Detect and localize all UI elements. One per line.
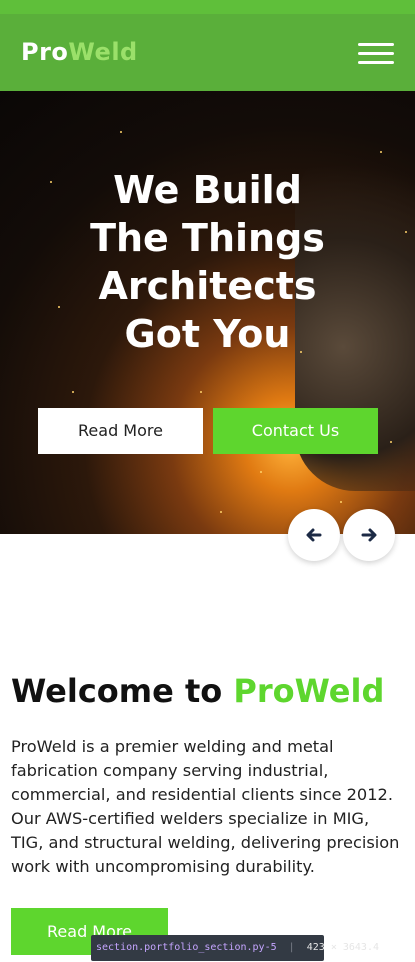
hero-read-more-button[interactable]: Read More (38, 408, 203, 454)
hero-banner: We Build The Things Architects Got You R… (0, 91, 415, 534)
slider-next-button[interactable] (343, 509, 395, 561)
hero-line-1: We Build (113, 168, 302, 212)
arrow-left-icon (306, 528, 322, 542)
devtools-inspect-tooltip: section.portfolio_section.py-5 | 423 × 3… (91, 935, 379, 961)
brand-logo-part1: Pro (21, 38, 69, 66)
welcome-heading-prefix: Welcome to (11, 672, 223, 710)
tooltip-size: 423 × 3643.4 (306, 942, 379, 953)
about-paragraph: ProWeld is a premier welding and metal f… (11, 737, 400, 876)
brand-logo[interactable]: ProWeld (21, 38, 138, 66)
hero-line-3: Architects (98, 264, 317, 308)
arrow-right-icon (361, 528, 377, 542)
brand-logo-part2: Weld (68, 38, 138, 66)
hero-contact-button[interactable]: Contact Us (213, 408, 378, 454)
welcome-heading-brand: ProWeld (233, 672, 385, 710)
hero-line-4: Got You (124, 312, 291, 356)
hero-line-2: The Things (90, 216, 325, 260)
top-accent-strip (0, 0, 415, 14)
hero-headline: We Build The Things Architects Got You (0, 166, 415, 358)
hamburger-icon[interactable] (358, 40, 394, 66)
welcome-heading: Welcome to ProWeld (11, 672, 384, 710)
tooltip-selector: section.portfolio_section.py-5 (96, 942, 277, 953)
slider-prev-button[interactable] (288, 509, 340, 561)
navbar: ProWeld (0, 14, 415, 91)
